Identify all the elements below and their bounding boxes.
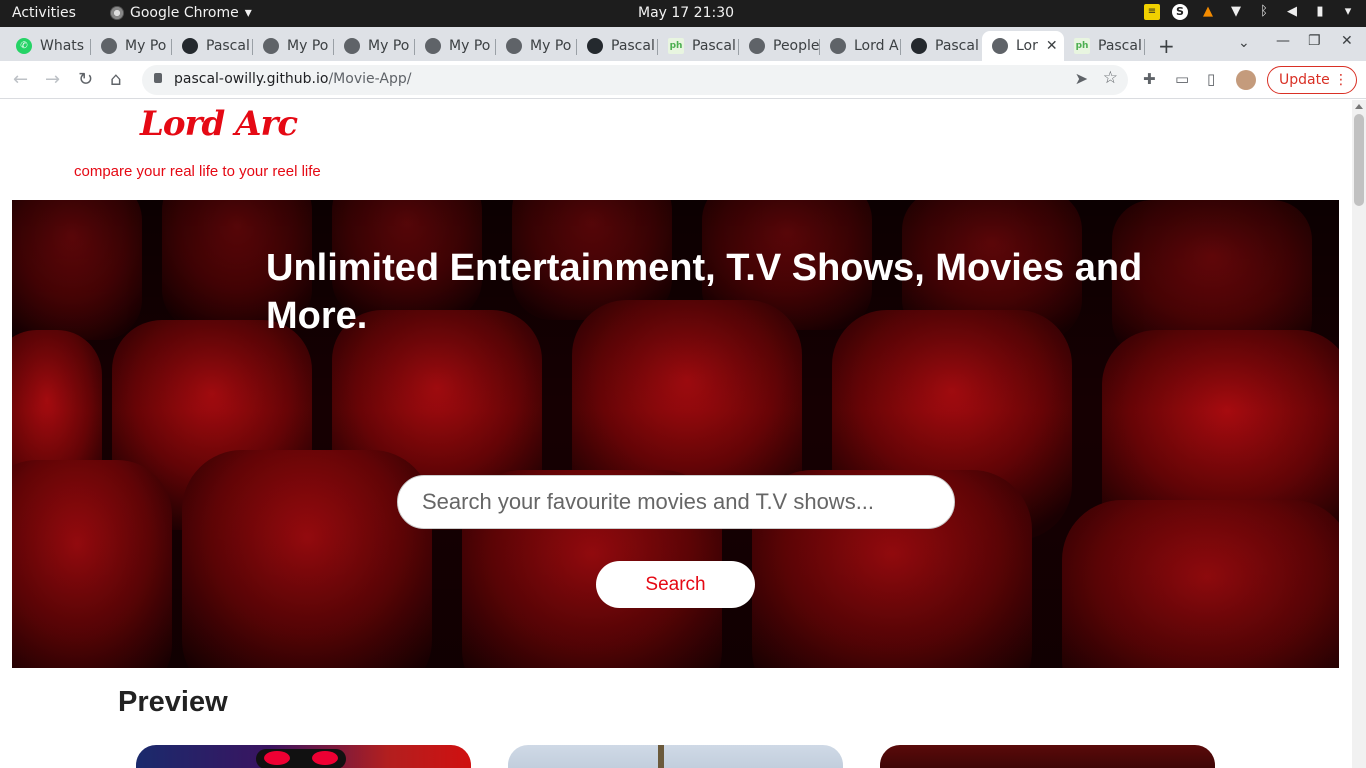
tab[interactable]: ✆ Whats: [6, 31, 91, 61]
page-viewport: Lord Arc compare your real life to your …: [0, 100, 1352, 768]
globe-icon: [344, 38, 360, 54]
ph-icon: ph: [1074, 38, 1090, 54]
lock-icon[interactable]: [154, 73, 162, 83]
hero-banner: Unlimited Entertainment, T.V Shows, Movi…: [12, 200, 1339, 668]
github-icon: [182, 38, 198, 54]
github-icon: [587, 38, 603, 54]
tab-label: My Po: [125, 38, 167, 54]
profile-avatar[interactable]: [1236, 70, 1256, 90]
globe-icon: [749, 38, 765, 54]
tab[interactable]: My Po: [496, 31, 577, 61]
activities-button[interactable]: Activities: [12, 5, 76, 21]
site-logo[interactable]: Lord Arc: [140, 104, 298, 144]
minimize-icon[interactable]: —: [1276, 33, 1290, 49]
tab[interactable]: My Po: [415, 31, 496, 61]
update-button[interactable]: Update ⋮: [1267, 66, 1357, 94]
restore-icon[interactable]: ❐: [1308, 33, 1321, 49]
search-input[interactable]: [397, 475, 955, 529]
preview-card[interactable]: [136, 745, 471, 768]
ph-icon: ph: [668, 38, 684, 54]
tab[interactable]: My Po: [253, 31, 334, 61]
close-icon[interactable]: ✕: [1046, 38, 1058, 54]
globe-icon: [992, 38, 1008, 54]
hero-title: Unlimited Entertainment, T.V Shows, Movi…: [266, 247, 1143, 337]
tab-label: Pascal: [935, 38, 979, 54]
extensions-icon[interactable]: ✚: [1143, 70, 1156, 88]
tab-label: Lor: [1016, 38, 1038, 54]
side-panel-icon[interactable]: ▯: [1207, 70, 1215, 88]
tab[interactable]: My Po: [334, 31, 415, 61]
preview-heading: Preview: [118, 686, 228, 718]
window-close-icon[interactable]: ✕: [1341, 33, 1353, 49]
github-icon: [911, 38, 927, 54]
power-menu-icon[interactable]: ▾: [1340, 4, 1356, 20]
home-icon[interactable]: ⌂: [110, 69, 121, 90]
tab[interactable]: Pascal: [901, 31, 982, 61]
system-tray: ≡ S ▲ ▼ ᛒ ◀ ▮ ▾: [1144, 4, 1356, 20]
new-tab-button[interactable]: +: [1158, 34, 1175, 58]
chrome-icon: [110, 6, 124, 20]
tab-label: Pascal: [611, 38, 655, 54]
tab-search-icon[interactable]: ⌄: [1238, 35, 1250, 51]
page-scrollbar[interactable]: [1352, 100, 1366, 768]
globe-icon: [263, 38, 279, 54]
tab-active[interactable]: Lor ✕: [982, 31, 1064, 61]
app-menu[interactable]: Google Chrome ▾: [110, 5, 252, 21]
forward-arrow-icon[interactable]: →: [45, 69, 60, 90]
url-text[interactable]: pascal-owilly.github.io/Movie-App/: [174, 71, 411, 87]
tab[interactable]: Pascal: [577, 31, 658, 61]
globe-icon: [506, 38, 522, 54]
bookmark-star-icon[interactable]: ☆: [1103, 68, 1118, 88]
globe-icon: [101, 38, 117, 54]
clock[interactable]: May 17 21:30: [638, 5, 734, 21]
tab-label: Pascal: [1098, 38, 1142, 54]
tab[interactable]: People: [739, 31, 820, 61]
tab-label: Pascal: [692, 38, 736, 54]
tab[interactable]: Pascal: [172, 31, 253, 61]
scrollbar-thumb[interactable]: [1354, 114, 1364, 206]
tab-label: People: [773, 38, 820, 54]
send-tab-icon[interactable]: ➤: [1075, 69, 1088, 88]
preview-card[interactable]: [508, 745, 843, 768]
battery-icon[interactable]: ▮: [1312, 4, 1328, 20]
cast-icon[interactable]: ▭: [1175, 70, 1189, 88]
poster-art: [264, 751, 290, 765]
tab[interactable]: My Po: [91, 31, 172, 61]
reload-icon[interactable]: ↻: [78, 69, 93, 90]
wifi-icon[interactable]: ▼: [1228, 4, 1244, 20]
globe-icon: [425, 38, 441, 54]
globe-icon: [830, 38, 846, 54]
back-arrow-icon[interactable]: ←: [13, 69, 28, 90]
tab-label: Lord A: [854, 38, 899, 54]
preview-card[interactable]: [880, 745, 1215, 768]
address-bar[interactable]: pascal-owilly.github.io/Movie-App/ ➤ ☆: [142, 65, 1128, 95]
bluetooth-icon[interactable]: ᛒ: [1256, 4, 1272, 20]
whatsapp-icon: ✆: [16, 38, 32, 54]
poster-art: [312, 751, 338, 765]
browser-toolbar: ← → ↻ ⌂ pascal-owilly.github.io/Movie-Ap…: [0, 61, 1366, 99]
tab-label: My Po: [449, 38, 491, 54]
tab-label: My Po: [530, 38, 572, 54]
poster-art: [658, 745, 664, 768]
vlc-icon[interactable]: ▲: [1200, 4, 1216, 20]
scroll-up-icon[interactable]: [1355, 104, 1363, 109]
update-label: Update: [1279, 72, 1330, 88]
search-button[interactable]: Search: [596, 561, 755, 608]
tab[interactable]: ph Pascal: [1064, 31, 1145, 61]
tab-label: Pascal: [206, 38, 250, 54]
volume-icon[interactable]: ◀: [1284, 4, 1300, 20]
app-menu-label: Google Chrome: [130, 5, 239, 21]
tab-label: My Po: [368, 38, 410, 54]
skype-icon[interactable]: S: [1172, 4, 1188, 20]
tab[interactable]: ph Pascal: [658, 31, 739, 61]
system-top-bar: Activities Google Chrome ▾ May 17 21:30 …: [0, 0, 1366, 27]
more-menu-icon[interactable]: ⋮: [1334, 67, 1348, 93]
caret-down-icon: ▾: [244, 5, 252, 21]
tab-label: My Po: [287, 38, 329, 54]
site-tagline: compare your real life to your reel life: [74, 163, 321, 180]
tab[interactable]: Lord A: [820, 31, 901, 61]
tab-label: Whats: [40, 38, 85, 54]
notes-icon[interactable]: ≡: [1144, 4, 1160, 20]
